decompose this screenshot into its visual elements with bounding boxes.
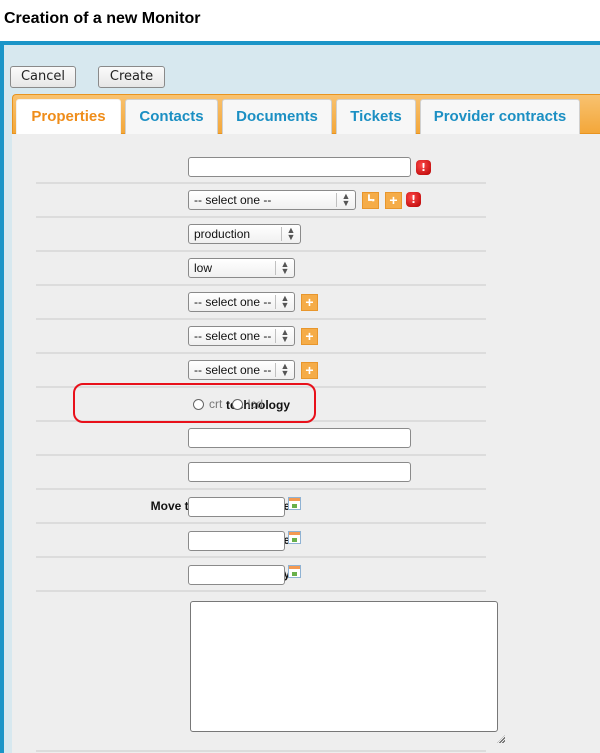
technology-radio-group: crt lcd [193, 397, 269, 411]
select-arrows-icon: ▲ ▼ [281, 226, 300, 242]
location-select[interactable]: -- select one -- ▲ ▼ [188, 292, 295, 312]
description-textarea[interactable] [190, 601, 498, 732]
mandatory-icon: ! [406, 192, 421, 207]
calendar-icon[interactable] [288, 565, 301, 578]
add-model-icon[interactable]: + [301, 362, 318, 379]
select-arrows-icon: ▲ ▼ [275, 362, 294, 378]
page-title: Creation of a new Monitor [4, 10, 201, 27]
technology-option-crt: crt [209, 397, 223, 411]
serial-number-input[interactable] [188, 428, 411, 448]
name-input[interactable] [188, 157, 411, 177]
purchase-date-input[interactable] [188, 531, 285, 551]
end-of-warranty-input[interactable] [188, 565, 285, 585]
add-organization-icon[interactable]: + [385, 192, 402, 209]
tab-tickets[interactable]: Tickets [336, 99, 416, 134]
hierarchy-icon[interactable]: ┗▪ [362, 192, 379, 209]
frame-left-border [0, 41, 4, 753]
add-brand-icon[interactable]: + [301, 328, 318, 345]
technology-radio-lcd[interactable] [231, 399, 243, 410]
status-select-value: production [194, 227, 251, 241]
select-arrows-icon: ▲ ▼ [275, 260, 294, 276]
model-select-value: -- select one -- [194, 363, 272, 377]
organization-select-value: -- select one -- [194, 193, 272, 207]
select-arrows-icon: ▲ ▼ [275, 294, 294, 310]
model-select[interactable]: -- select one -- ▲ ▼ [188, 360, 295, 380]
technology-radio-crt[interactable] [193, 399, 204, 410]
technology-option-lcd: lcd [247, 397, 264, 411]
tab-contacts[interactable]: Contacts [125, 99, 218, 134]
mandatory-icon: ! [416, 160, 431, 175]
tab-documents[interactable]: Documents [222, 99, 332, 134]
move-to-production-date-input[interactable] [188, 497, 285, 517]
tab-provider-contracts[interactable]: Provider contracts [420, 99, 580, 134]
asset-number-input[interactable] [188, 462, 411, 482]
business-criticity-select[interactable]: low ▲ ▼ [188, 258, 295, 278]
create-button[interactable]: Create [98, 66, 165, 88]
select-arrows-icon: ▲ ▼ [275, 328, 294, 344]
brand-select-value: -- select one -- [194, 329, 272, 343]
select-arrows-icon: ▲ ▼ [336, 192, 355, 208]
organization-select[interactable]: -- select one -- ▲ ▼ [188, 190, 356, 210]
tab-properties[interactable]: Properties [16, 99, 121, 135]
business-criticity-select-value: low [194, 261, 213, 275]
brand-select[interactable]: -- select one -- ▲ ▼ [188, 326, 295, 346]
location-select-value: -- select one -- [194, 295, 272, 309]
calendar-icon[interactable] [288, 497, 301, 510]
calendar-icon[interactable] [288, 531, 301, 544]
cancel-button[interactable]: Cancel [10, 66, 76, 88]
status-select[interactable]: production ▲ ▼ [188, 224, 301, 244]
add-location-icon[interactable]: + [301, 294, 318, 311]
